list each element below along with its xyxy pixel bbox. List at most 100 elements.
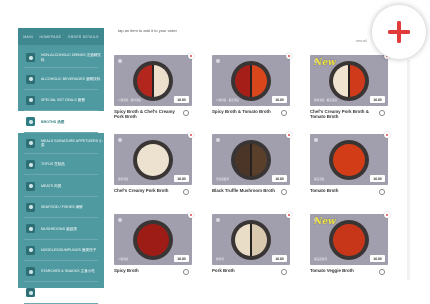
sidebar-header: MAIN HOMEPAGE ORDER DETAILS (18, 28, 104, 45)
broth-image[interactable]: 番茄汤底 16.80 (310, 134, 388, 185)
broth-subtitle: 猪骨汤底 · 番茄汤底 (314, 99, 338, 102)
noodle-icon (26, 245, 35, 255)
favorite-icon[interactable] (286, 212, 292, 218)
favorite-icon[interactable] (384, 132, 390, 138)
broth-name: Spicy Broth & Chef's Creamy Pork Broth (114, 109, 175, 120)
favorite-icon[interactable] (188, 53, 194, 59)
select-radio[interactable] (281, 269, 287, 275)
sidebar-item[interactable]: MEALS SIGNATURE APPETIZERS 小菜 (18, 133, 104, 154)
sidebar-item-label: SEAFOOD / FISHES 海鲜 (41, 205, 83, 210)
select-radio[interactable] (183, 269, 189, 275)
hotpot-icon (133, 140, 173, 180)
broth-card[interactable]: 番茄蔬菜汤 16.80 New Tomato Veggie Broth (310, 212, 390, 288)
broth-card[interactable]: 猪骨汤底 · 番茄汤底 16.80 New Chef's Creamy Pork Br… (310, 53, 390, 129)
info-icon[interactable] (216, 59, 220, 63)
sidebar-item-label: NOODLES/DUMPLINGS 面类饺子 (41, 247, 97, 252)
sidebar-item-label: TOFUS 豆制品 (41, 162, 65, 167)
select-radio[interactable] (281, 110, 287, 116)
favorite-icon[interactable] (188, 132, 194, 138)
sidebar-item[interactable]: MUSHROOMS 菌菇类 (18, 218, 104, 240)
broth-subtitle: 黑松露菌汤 (216, 178, 229, 181)
add-button[interactable] (372, 5, 426, 59)
sidebar-tab-main[interactable]: MAIN (23, 35, 33, 39)
category-list: NON-ALCOHOLIC DRINKS 无酒精饮料 ALCOHOLIC BEVE… (18, 47, 104, 304)
sidebar-item[interactable]: TOFUS 豆制品 (18, 154, 104, 176)
new-badge: New (314, 217, 336, 227)
broth-image[interactable]: 黑松露菌汤 16.80 (212, 134, 290, 185)
broth-card[interactable]: 川辣汤底 · 番茄汤底 16.80 Spicy Broth & Tomato Bro… (212, 53, 292, 129)
broth-image[interactable]: 猪骨汤底 · 番茄汤底 16.80 New (310, 55, 388, 106)
broth-card[interactable]: 猪骨汤 16.80 Pork Broth (212, 212, 292, 288)
select-radio[interactable] (379, 189, 385, 195)
price-tag: 16.80 (272, 175, 287, 182)
select-radio[interactable] (183, 189, 189, 195)
sidebar-tab-order-details[interactable]: ORDER DETAILS (68, 35, 99, 39)
broth-image[interactable]: 猪骨汤 16.80 (212, 214, 290, 265)
sidebar-item[interactable]: NOODLES/DUMPLINGS 面类饺子 (18, 240, 104, 261)
favorite-icon[interactable] (286, 132, 292, 138)
broth-card[interactable]: 黑松露菌汤 16.80 Black Truffle Mushroom Broth (212, 132, 292, 208)
sidebar-item[interactable]: NON-ALCOHOLIC DRINKS 无酒精饮料 (18, 47, 104, 69)
tofu-icon (26, 160, 35, 170)
broth-image[interactable]: 川辣汤底 16.80 (114, 214, 192, 265)
hotpot-icon (329, 140, 369, 180)
select-radio[interactable] (379, 269, 385, 275)
broth-subtitle: 番茄汤底 (314, 178, 325, 181)
broth-name: Tomato Veggie Broth (310, 268, 354, 273)
sidebar-item-label: KIDS MEALS 儿童餐 (41, 290, 75, 295)
info-icon[interactable] (118, 138, 122, 142)
plus-icon (388, 21, 410, 43)
favorite-icon[interactable] (384, 212, 390, 218)
sidebar-item[interactable]: BROTHS 汤底 (18, 111, 104, 133)
sidebar-item-label: NON-ALCOHOLIC DRINKS 无酒精饮料 (41, 53, 101, 62)
broth-icon (26, 117, 35, 127)
broth-image[interactable]: 川辣汤底 · 番茄汤底 16.80 (212, 55, 290, 106)
sidebar-item[interactable]: SEAFOOD / FISHES 海鲜 (18, 197, 104, 219)
select-radio[interactable] (379, 110, 385, 116)
broth-name: Spicy Broth & Tomato Broth (212, 109, 271, 114)
broth-subtitle: 川辣汤底 · 番茄汤底 (216, 99, 240, 102)
broth-name: Pork Broth (212, 268, 235, 273)
snack-icon (26, 267, 35, 277)
instruction-text: tap an item to add it to your order (118, 28, 177, 33)
view-all-link[interactable]: view all (356, 39, 366, 43)
price-tag: 16.80 (370, 255, 385, 262)
info-icon[interactable] (314, 138, 318, 142)
broth-subtitle: 川辣汤底 · 猪骨汤底 (118, 99, 142, 102)
appetizer-icon (26, 138, 35, 148)
broth-name: Chef's Creamy Pork Broth (114, 188, 169, 193)
broth-card[interactable]: 川辣汤底 16.80 Spicy Broth (114, 212, 194, 288)
info-icon[interactable] (216, 218, 220, 222)
scroll-track[interactable] (407, 60, 410, 280)
sidebar-item[interactable]: MEATS 肉类 (18, 175, 104, 197)
sidebar-item-label: MEATS 肉类 (41, 183, 62, 188)
broth-image[interactable]: 川辣汤底 · 猪骨汤底 16.80 (114, 55, 192, 106)
sidebar-tab-homepage[interactable]: HOMEPAGE (39, 35, 61, 39)
broth-image[interactable]: 猪骨汤底 16.80 (114, 134, 192, 185)
favorite-icon[interactable] (286, 53, 292, 59)
broth-card[interactable]: 川辣汤底 · 猪骨汤底 16.80 Spicy Broth & Chef's Cre… (114, 53, 194, 129)
meat-icon (26, 181, 35, 191)
info-icon[interactable] (118, 218, 122, 222)
sidebar-item[interactable]: ALCOHOLIC BEVERAGES 酒精饮料 (18, 68, 104, 90)
broth-card[interactable]: 猪骨汤底 16.80 Chef's Creamy Pork Broth (114, 132, 194, 208)
sidebar-item[interactable]: STARCHES & SNACKS 主食小吃 (18, 261, 104, 283)
favorite-icon[interactable] (188, 212, 194, 218)
sidebar-item-label: ALCOHOLIC BEVERAGES 酒精饮料 (41, 76, 101, 81)
select-radio[interactable] (281, 189, 287, 195)
broth-subtitle: 川辣汤底 (118, 258, 129, 261)
hotpot-icon (231, 61, 271, 101)
broth-card[interactable]: 番茄汤底 16.80 Tomato Broth (310, 132, 390, 208)
info-icon[interactable] (216, 138, 220, 142)
drink-icon (26, 53, 35, 63)
sidebar-item-label: STARCHES & SNACKS 主食小吃 (41, 269, 95, 274)
price-tag: 16.80 (174, 175, 189, 182)
sidebar-item[interactable]: SPECIAL SET DEALS 套餐 (18, 90, 104, 112)
price-tag: 16.80 (272, 96, 287, 103)
select-radio[interactable] (183, 110, 189, 116)
broth-image[interactable]: 番茄蔬菜汤 16.80 New (310, 214, 388, 265)
info-icon[interactable] (118, 59, 122, 63)
kids-icon (26, 288, 35, 298)
broth-subtitle: 猪骨汤 (216, 258, 224, 261)
sidebar-item[interactable]: KIDS MEALS 儿童餐 (18, 282, 104, 304)
